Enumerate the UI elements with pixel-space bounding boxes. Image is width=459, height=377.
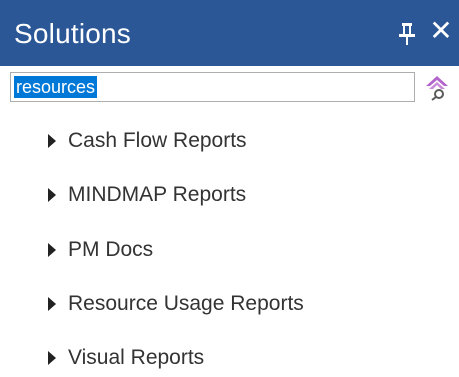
tree-item-label: Visual Reports — [68, 346, 205, 369]
expand-arrow-icon[interactable] — [48, 134, 56, 148]
panel-title: Solutions — [14, 18, 131, 49]
close-icon[interactable]: ✕ — [428, 16, 454, 46]
solutions-panel: Solutions ✕ resources Cash Flow Reports … — [0, 0, 459, 377]
tree-item-label: PM Docs — [68, 238, 154, 261]
search-filter-icon[interactable] — [424, 75, 450, 101]
panel-titlebar: Solutions ✕ — [0, 0, 459, 66]
tree-item-label: MINDMAP Reports — [68, 183, 247, 206]
search-input-value: resources — [14, 76, 98, 98]
expand-arrow-icon[interactable] — [48, 188, 56, 202]
search-input[interactable]: resources — [10, 72, 415, 102]
expand-arrow-icon[interactable] — [48, 297, 56, 311]
search-row: resources — [0, 66, 459, 116]
tree-item[interactable]: MINDMAP Reports — [48, 178, 246, 212]
tree-item[interactable]: Cash Flow Reports — [48, 124, 247, 158]
tree-item-label: Cash Flow Reports — [68, 129, 247, 152]
pin-icon[interactable] — [396, 20, 418, 46]
expand-arrow-icon[interactable] — [48, 243, 56, 257]
expand-arrow-icon[interactable] — [48, 351, 56, 365]
tree-item[interactable]: Visual Reports — [48, 341, 204, 375]
tree-item[interactable]: Resource Usage Reports — [48, 287, 304, 321]
tree-item-label: Resource Usage Reports — [68, 292, 304, 315]
tree-item[interactable]: PM Docs — [48, 233, 153, 267]
